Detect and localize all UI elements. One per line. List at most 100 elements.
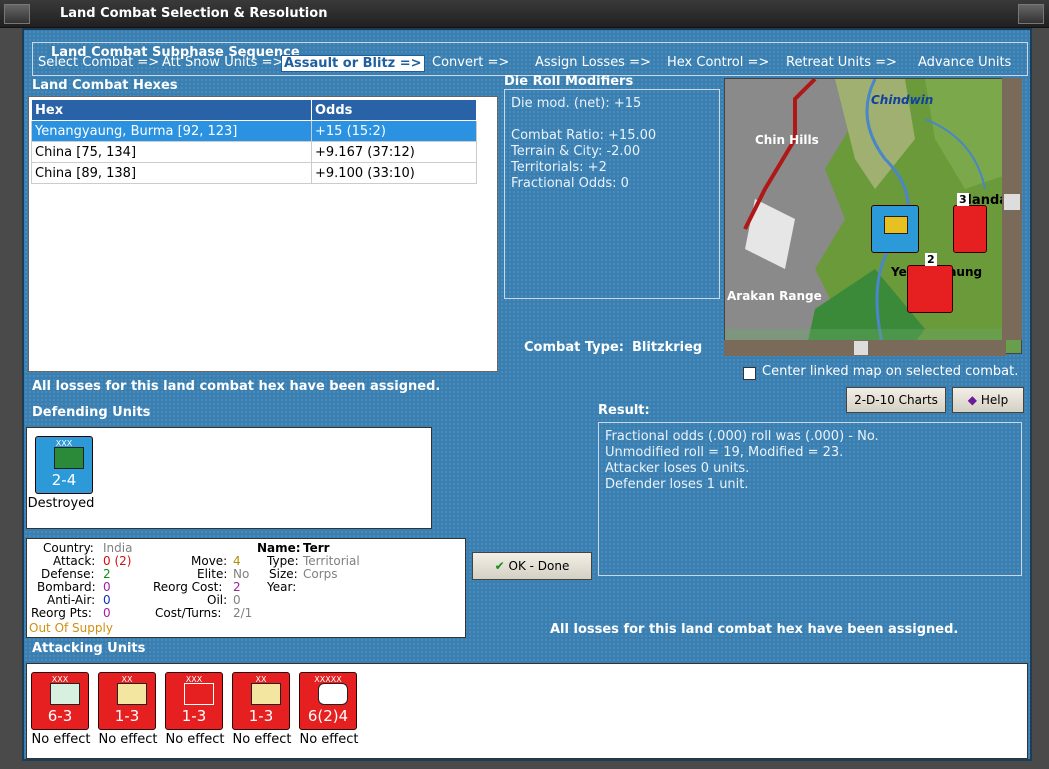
- table-header-row: Hex Odds: [31, 99, 477, 121]
- column-hex[interactable]: Hex: [31, 99, 312, 121]
- result-panel: Fractional odds (.000) roll was (.000) -…: [598, 422, 1022, 576]
- die-line: Fractional Odds: 0: [511, 176, 629, 191]
- defending-units-panel: XXX 2-4 Destroyed: [26, 427, 432, 529]
- attacking-unit[interactable]: XXX 1-3: [165, 672, 223, 730]
- system-menu-button[interactable]: [4, 4, 30, 24]
- unit-symbol: [54, 447, 84, 469]
- unit-symbol: [884, 216, 908, 234]
- attacking-units-panel: XXX 6-3 No effect XX 1-3 No effect XXX 1…: [26, 663, 1028, 759]
- result-line: Attacker loses 0 units.: [605, 461, 750, 476]
- unit-strength: 6-3: [47, 707, 73, 725]
- info-name: Terr: [303, 541, 330, 555]
- info-attack-key: Attack:: [53, 554, 96, 568]
- map-vertical-scrollbar[interactable]: [1002, 78, 1022, 340]
- result-line: Fractional odds (.000) roll was (.000) -…: [605, 429, 879, 444]
- attacking-unit[interactable]: XXX 6-3: [31, 672, 89, 730]
- info-defense: 2: [103, 567, 111, 581]
- map-label-arakan-range: Arakan Range: [727, 289, 822, 303]
- combat-type-value: Blitzkrieg: [632, 340, 703, 355]
- hexes-title: Land Combat Hexes: [32, 78, 178, 93]
- die-line: Territorials: +2: [511, 160, 607, 175]
- step-select-combat[interactable]: Select Combat =>: [38, 55, 159, 70]
- linked-map[interactable]: Chindwin Chin Hills Arakan Range Yenangy…: [724, 78, 1022, 354]
- info-move-key: Move:: [191, 554, 228, 568]
- cell-odds: +9.167 (37:12): [311, 141, 477, 163]
- step-att-snow-units[interactable]: Att Snow Units =>: [162, 55, 283, 70]
- step-retreat-units[interactable]: Retreat Units =>: [786, 55, 897, 70]
- die-line: Die mod. (net): +15: [511, 96, 642, 111]
- defending-unit[interactable]: XXX 2-4: [35, 436, 93, 494]
- unit-status: No effect: [31, 732, 91, 747]
- step-advance-units[interactable]: Advance Units: [918, 55, 1011, 70]
- window-frame: Land Combat Selection & Resolution Land …: [0, 0, 1049, 769]
- info-reorg-key: Reorg Pts:: [31, 606, 92, 620]
- help-button[interactable]: ◆ Help: [952, 387, 1024, 413]
- map-label-chindwin: Chindwin: [871, 93, 934, 107]
- unit-strength: 2-4: [51, 471, 77, 489]
- result-line: Unmodified roll = 19, Modified = 23.: [605, 445, 844, 460]
- help-label: Help: [980, 393, 1009, 407]
- info-reorg-cost-key: Reorg Cost:: [153, 580, 223, 594]
- step-assign-losses[interactable]: Assign Losses =>: [535, 55, 651, 70]
- info-antiair-key: Anti-Air:: [47, 593, 96, 607]
- step-convert[interactable]: Convert =>: [432, 55, 509, 70]
- info-cost-turns-key: Cost/Turns:: [155, 606, 222, 620]
- map-hscroll-thumb[interactable]: [854, 341, 868, 355]
- check-icon: ✔: [494, 559, 505, 573]
- die-line: [511, 112, 713, 128]
- info-year-key: Year:: [267, 580, 297, 594]
- close-button[interactable]: [1018, 4, 1044, 24]
- charts-button[interactable]: 2-D-10 Charts: [846, 387, 946, 413]
- map-unit-mtn[interactable]: [907, 265, 953, 313]
- die-roll-title: Die Roll Modifiers: [504, 74, 634, 89]
- info-oil: 0: [233, 593, 241, 607]
- unit-symbol: [50, 683, 80, 705]
- map-unit-defender[interactable]: [871, 205, 919, 253]
- info-size-key: Size:: [269, 567, 298, 581]
- losses-assigned-message-2: All losses for this land combat hex have…: [550, 622, 959, 637]
- hexes-panel: Hex Odds Yenangyaung, Burma [92, 123] +1…: [28, 96, 498, 372]
- info-supply: Out Of Supply: [29, 621, 113, 635]
- die-line: Combat Ratio: +15.00: [511, 128, 657, 143]
- die-line: Terrain & City: -2.00: [511, 144, 641, 159]
- center-linked-checkbox[interactable]: [743, 367, 756, 380]
- table-row[interactable]: China [89, 138] +9.100 (33:10): [31, 162, 477, 184]
- losses-assigned-message: All losses for this land combat hex have…: [32, 379, 441, 394]
- unit-status: No effect: [165, 732, 225, 747]
- unit-symbol: [318, 683, 348, 705]
- map-vscroll-thumb[interactable]: [1004, 194, 1020, 210]
- info-country: India: [103, 541, 133, 555]
- info-type: Territorial: [303, 554, 360, 568]
- map-horizontal-scrollbar[interactable]: [724, 340, 1006, 356]
- info-elite: No: [233, 567, 250, 581]
- unit-symbol: [251, 683, 281, 705]
- step-assault-or-blitz[interactable]: Assault or Blitz =>: [281, 55, 425, 72]
- cell-odds: +15 (15:2): [311, 120, 477, 142]
- unit-status: Destroyed: [27, 496, 95, 511]
- window-title: Land Combat Selection & Resolution: [60, 6, 328, 21]
- attacking-unit[interactable]: XX 1-3: [98, 672, 156, 730]
- cell-odds: +9.100 (33:10): [311, 162, 477, 184]
- unit-info-panel: Country: India Attack: 0 (2) Defense: 2 …: [26, 538, 466, 638]
- attacking-unit[interactable]: XX 1-3: [232, 672, 290, 730]
- result-title: Result:: [598, 403, 650, 418]
- map-unit-guard[interactable]: [953, 205, 987, 253]
- unit-strength: 6(2)4: [307, 707, 349, 725]
- info-country-key: Country:: [43, 541, 94, 555]
- info-bombard-key: Bombard:: [37, 580, 96, 594]
- ok-done-button[interactable]: ✔ OK - Done: [472, 552, 592, 580]
- unit-status: No effect: [98, 732, 158, 747]
- table-row[interactable]: Yenangyaung, Burma [92, 123] +15 (15:2): [31, 120, 477, 142]
- center-linked-label[interactable]: Center linked map on selected combat.: [762, 364, 1018, 379]
- info-defense-key: Defense:: [41, 567, 95, 581]
- info-attack: 0 (2): [103, 554, 132, 568]
- table-row[interactable]: China [75, 134] +9.167 (37:12): [31, 141, 477, 163]
- attacking-unit[interactable]: XXXXX 6(2)4: [299, 672, 357, 730]
- cell-hex: China [89, 138]: [31, 162, 312, 184]
- info-cost-turns: 2/1: [233, 606, 253, 620]
- cell-hex: Yenangyaung, Burma [92, 123]: [31, 120, 312, 142]
- map-label-chin-hills: Chin Hills: [755, 133, 819, 147]
- step-hex-control[interactable]: Hex Control =>: [667, 55, 769, 70]
- column-odds[interactable]: Odds: [311, 99, 477, 121]
- defending-units-title: Defending Units: [32, 405, 151, 420]
